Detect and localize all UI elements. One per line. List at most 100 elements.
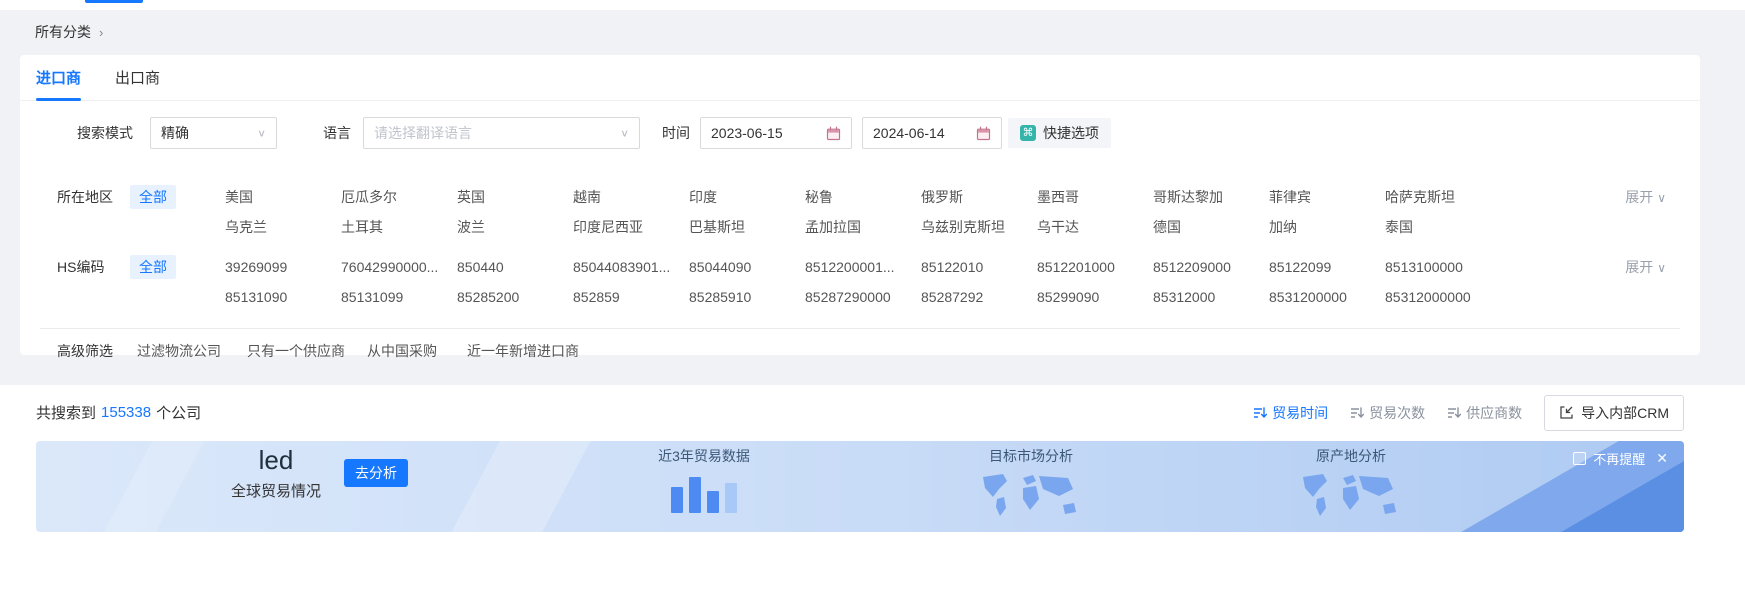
advanced-option-single-supplier[interactable]: 只有一个供应商 <box>247 339 345 363</box>
region-option[interactable]: 秘鲁 <box>805 186 921 208</box>
close-icon[interactable]: ✕ <box>1656 450 1668 467</box>
results-bar: 共搜索到 155338 个公司 贸易时间 贸易次数 供应商数 导入内部CRM <box>0 385 1745 440</box>
expand-label: 展开 <box>1625 189 1653 205</box>
sort-label: 贸易时间 <box>1272 403 1328 423</box>
hs-code-option[interactable]: 85287292 <box>921 286 1037 308</box>
hs-code-option[interactable]: 85285910 <box>689 286 805 308</box>
dont-remind-label: 不再提醒 <box>1593 449 1645 468</box>
hs-code-option[interactable]: 85122010 <box>921 256 1037 278</box>
hs-code-option[interactable]: 850440 <box>457 256 573 278</box>
hs-code-option[interactable]: 8512209000 <box>1153 256 1269 278</box>
hs-code-option[interactable]: 85312000000 <box>1385 286 1501 308</box>
search-mode-label: 搜索模式 <box>77 117 133 149</box>
region-option[interactable]: 孟加拉国 <box>805 216 921 238</box>
section-title: 原产地分析 <box>1271 446 1431 466</box>
hs-code-option[interactable]: 85287290000 <box>805 286 921 308</box>
hs-code-option[interactable]: 85131090 <box>225 286 341 308</box>
end-date-input[interactable]: 2024-06-14 <box>862 117 1002 149</box>
calendar-icon <box>976 126 991 141</box>
section-title: 近3年贸易数据 <box>624 446 784 466</box>
region-option[interactable]: 英国 <box>457 186 573 208</box>
sort-label: 贸易次数 <box>1369 403 1425 423</box>
start-date-input[interactable]: 2023-06-15 <box>700 117 852 149</box>
advanced-option-new-importers[interactable]: 近一年新增进口商 <box>467 339 579 363</box>
region-option[interactable]: 墨西哥 <box>1037 186 1153 208</box>
region-option[interactable]: 波兰 <box>457 216 573 238</box>
calendar-icon <box>826 126 841 141</box>
region-option[interactable]: 哥斯达黎加 <box>1153 186 1269 208</box>
advanced-option-filter-logistics[interactable]: 过滤物流公司 <box>137 339 221 363</box>
hs-code-option[interactable]: 39269099 <box>225 256 341 278</box>
hs-code-option[interactable]: 852859 <box>573 286 689 308</box>
sort-trade-count[interactable]: 贸易次数 <box>1350 403 1425 423</box>
banner-section-target-market: 目标市场分析 <box>951 446 1111 524</box>
mini-bar-chart-icon <box>624 469 784 513</box>
banner-keyword-block: led 全球贸易情况 <box>216 445 336 501</box>
chevron-down-icon: ∨ <box>1657 191 1666 205</box>
search-mode-select[interactable]: 精确 ∨ <box>150 117 277 149</box>
region-label: 所在地区 <box>57 185 113 209</box>
hs-code-option[interactable]: 85122099 <box>1269 256 1385 278</box>
hs-code-option[interactable]: 85285200 <box>457 286 573 308</box>
banner-subtitle: 全球贸易情况 <box>216 480 336 501</box>
region-option[interactable]: 哈萨克斯坦 <box>1385 186 1501 208</box>
hs-code-option[interactable]: 85044083901... <box>573 256 689 278</box>
analyze-button[interactable]: 去分析 <box>344 459 408 487</box>
region-option[interactable]: 乌兹别克斯坦 <box>921 216 1037 238</box>
hs-code-option[interactable]: 8512201000 <box>1037 256 1153 278</box>
region-option[interactable]: 德国 <box>1153 216 1269 238</box>
breadcrumb-label: 所有分类 <box>35 24 91 40</box>
hs-code-option[interactable]: 85044090 <box>689 256 805 278</box>
sort-icon <box>1253 406 1267 420</box>
region-option[interactable]: 泰国 <box>1385 216 1501 238</box>
sort-trade-time[interactable]: 贸易时间 <box>1253 403 1328 423</box>
import-crm-button[interactable]: 导入内部CRM <box>1544 395 1684 431</box>
chevron-right-icon: › <box>99 25 103 40</box>
active-tab-indicator <box>85 0 143 3</box>
divider <box>40 328 1680 329</box>
hs-code-option[interactable]: 85131099 <box>341 286 457 308</box>
tab-importers[interactable]: 进口商 <box>36 55 81 100</box>
dont-remind-checkbox[interactable] <box>1573 452 1586 465</box>
region-option[interactable]: 美国 <box>225 186 341 208</box>
region-option[interactable]: 印度 <box>689 186 805 208</box>
region-options-grid: 美国 厄瓜多尔 英国 越南 印度 秘鲁 俄罗斯 墨西哥 哥斯达黎加 菲律宾 哈萨… <box>225 186 1501 238</box>
section-title: 目标市场分析 <box>951 446 1111 466</box>
hs-all-tag[interactable]: 全部 <box>130 255 176 279</box>
region-option[interactable]: 越南 <box>573 186 689 208</box>
region-expand-link[interactable]: 展开 ∨ <box>1625 185 1666 209</box>
summary-prefix: 共搜索到 <box>36 402 96 423</box>
region-option[interactable]: 巴基斯坦 <box>689 216 805 238</box>
language-select[interactable]: 请选择翻译语言 ∨ <box>363 117 640 149</box>
sort-label: 供应商数 <box>1466 403 1522 423</box>
region-option[interactable]: 加纳 <box>1269 216 1385 238</box>
region-option[interactable]: 厄瓜多尔 <box>341 186 457 208</box>
time-label: 时间 <box>662 117 690 149</box>
region-option[interactable]: 俄罗斯 <box>921 186 1037 208</box>
language-label: 语言 <box>323 117 351 149</box>
hs-code-option[interactable]: 8512200001... <box>805 256 921 278</box>
search-mode-value: 精确 <box>161 123 189 143</box>
region-option[interactable]: 乌克兰 <box>225 216 341 238</box>
tab-exporters[interactable]: 出口商 <box>115 55 160 100</box>
hs-code-option[interactable]: 85312000 <box>1153 286 1269 308</box>
quick-options-label: 快捷选项 <box>1043 123 1099 143</box>
advanced-option-buy-from-china[interactable]: 从中国采购 <box>367 339 437 363</box>
quick-options-button[interactable]: ⌘ 快捷选项 <box>1008 118 1111 148</box>
hs-expand-link[interactable]: 展开∨ <box>1625 255 1666 279</box>
expand-label: 展开 <box>1625 259 1653 275</box>
hs-code-option[interactable]: 8531200000 <box>1269 286 1385 308</box>
hs-code-option[interactable]: 85299090 <box>1037 286 1153 308</box>
region-option[interactable]: 菲律宾 <box>1269 186 1385 208</box>
breadcrumb[interactable]: 所有分类 › <box>35 10 103 55</box>
hs-code-option[interactable]: 76042990000... <box>341 256 457 278</box>
analysis-promo-banner: led 全球贸易情况 去分析 近3年贸易数据 目标市场分析 原产地分析 <box>36 441 1684 532</box>
region-option[interactable]: 乌干达 <box>1037 216 1153 238</box>
hs-code-option[interactable]: 8513100000 <box>1385 256 1501 278</box>
region-option[interactable]: 印度尼西亚 <box>573 216 689 238</box>
search-card: 进口商 出口商 搜索模式 精确 ∨ 语言 请选择翻译语言 ∨ 时间 2023-0… <box>20 55 1700 355</box>
region-all-tag[interactable]: 全部 <box>130 185 176 209</box>
hs-options-grid: 39269099 76042990000... 850440 850440839… <box>225 256 1501 308</box>
sort-supplier-count[interactable]: 供应商数 <box>1447 403 1522 423</box>
region-option[interactable]: 土耳其 <box>341 216 457 238</box>
